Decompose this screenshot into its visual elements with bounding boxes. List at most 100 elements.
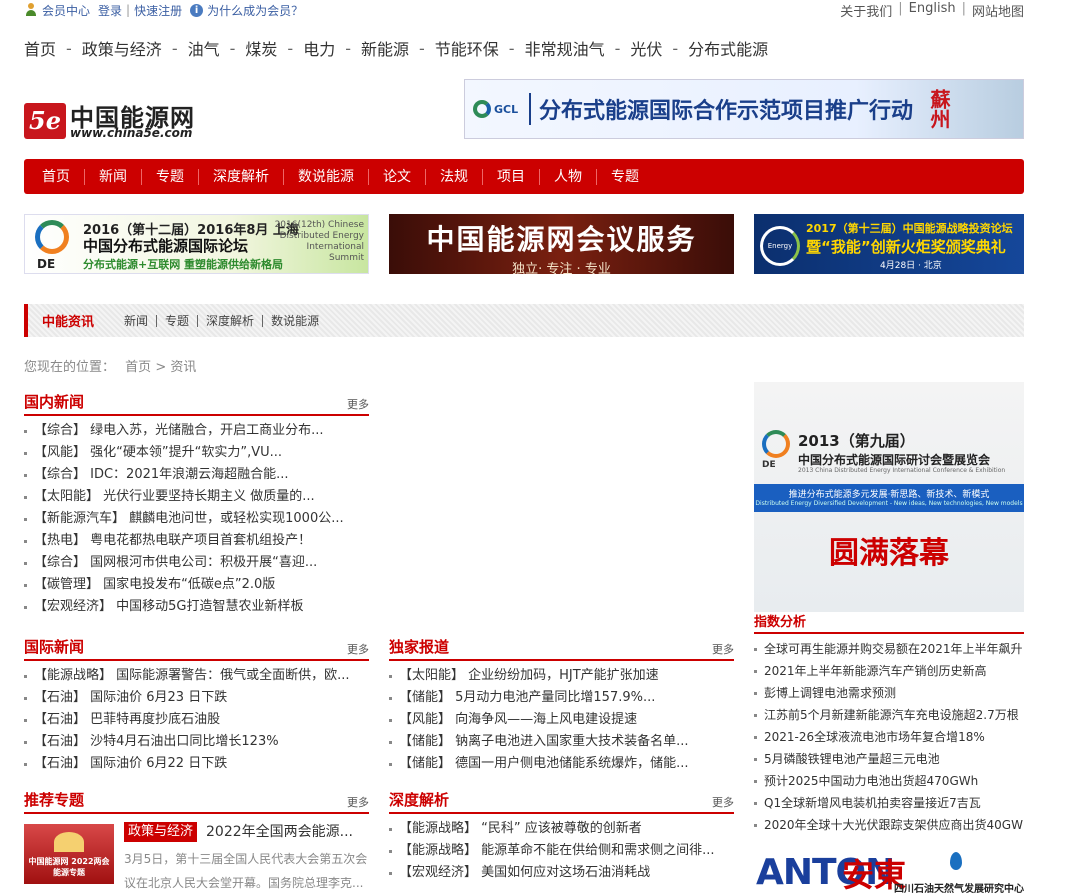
- news-item[interactable]: 【风能】 向海争风——海上风电建设提速: [389, 709, 734, 731]
- international-news-block: 国际新闻 更多 【能源战略】 国际能源署警告：俄气或全面断供，欧... 【石油】…: [24, 638, 369, 775]
- logo-url-text: www.china5e.com: [70, 126, 193, 140]
- more-link[interactable]: 更多: [712, 794, 734, 810]
- news-item[interactable]: 【石油】 国际油价 6月22 日下跌: [24, 753, 369, 775]
- thumbnail-caption: 中国能源网 2022两会能源专题: [28, 857, 110, 877]
- pnav-coal[interactable]: 煤炭: [245, 36, 277, 60]
- news-item[interactable]: 【新能源汽车】 麒麟电池问世，或轻松实现1000公...: [24, 508, 369, 530]
- tab-info[interactable]: 中能资讯: [42, 311, 94, 330]
- news-item[interactable]: 【能源战略】 能源革命不能在供给侧和需求侧之间徘...: [389, 840, 734, 862]
- pnav-pv[interactable]: 光伏: [630, 36, 662, 60]
- nav-projects[interactable]: 项目: [483, 168, 540, 185]
- banner-slogan: 分布式能源+互联网 重塑能源供给新格局: [83, 258, 284, 271]
- more-link[interactable]: 更多: [347, 641, 369, 657]
- pnav-power[interactable]: 电力: [303, 36, 335, 60]
- topic-headline[interactable]: 2022年全国两会能源...: [206, 822, 371, 842]
- news-item[interactable]: 【储能】 钠离子电池进入国家重大技术装备名单...: [389, 731, 734, 753]
- nav-data[interactable]: 数说能源: [284, 168, 369, 185]
- news-item[interactable]: 【碳管理】 国家电投发布“低碳e点”2.0版: [24, 574, 369, 596]
- news-item[interactable]: 【石油】 巴菲特再度抄底石油股: [24, 709, 369, 731]
- breadcrumb-home[interactable]: 首页: [125, 360, 151, 375]
- anton-org-text: 四川石油天然气发展研究中心: [894, 884, 1024, 895]
- nav-people[interactable]: 人物: [540, 168, 597, 185]
- news-item[interactable]: 【能源战略】 国际能源署警告：俄气或全面断供，欧...: [24, 665, 369, 687]
- gcl-ring-icon: [473, 100, 491, 118]
- conference-2013-ad[interactable]: DE 2013（第九届） 中国分布式能源国际研讨会暨展览会 2013 China…: [754, 382, 1024, 612]
- news-item[interactable]: 【石油】 国际油价 6月23 日下跌: [24, 687, 369, 709]
- deep-analysis-block: 深度解析 更多 【能源战略】 “民科” 应该被尊敬的创新者 【能源战略】 能源革…: [389, 791, 734, 884]
- sitemap-link[interactable]: 网站地图: [972, 1, 1024, 20]
- news-item[interactable]: 【热电】 粤电花都热电联产项目首套机组投产！: [24, 530, 369, 552]
- news-item[interactable]: 【综合】 绿电入苏，光储融合，开启工商业分布...: [24, 420, 369, 442]
- nav-laws[interactable]: 法规: [426, 168, 483, 185]
- nav-topics[interactable]: 专题: [142, 168, 199, 185]
- more-link[interactable]: 更多: [347, 794, 369, 810]
- news-item[interactable]: 【太阳能】 企业纷纷加码，HJT产能扩张加速: [389, 665, 734, 687]
- why-member-link[interactable]: 为什么成为会员？: [207, 2, 303, 19]
- de-logo-text: DE: [37, 257, 56, 271]
- news-item[interactable]: 【综合】 国网根河市供电公司：积极开展“喜迎...: [24, 552, 369, 574]
- news-item[interactable]: 江苏前5个月新建新能源汽车充电设施超2.7万根: [754, 704, 1024, 726]
- member-links: 会员中心 登录 | 快速注册 i 为什么成为会员？: [24, 2, 303, 19]
- tab-data[interactable]: 数说能源: [263, 315, 327, 327]
- pnav-oil-gas[interactable]: 油气: [188, 36, 220, 60]
- nav-papers[interactable]: 论文: [369, 168, 426, 185]
- member-center-link[interactable]: 会员中心: [42, 2, 90, 19]
- topic-category-tag[interactable]: 政策与经济: [124, 822, 198, 842]
- site-logo[interactable]: 5e 中国能源网 www.china5e.com: [24, 98, 209, 143]
- news-item[interactable]: 彭博上调锂电池需求预测: [754, 682, 1024, 704]
- pnav-policy[interactable]: 政策与经济: [82, 36, 162, 60]
- news-item[interactable]: 2021-26全球液流电池市场年复合增18%: [754, 726, 1024, 748]
- ad-title: 中国分布式能源国际研讨会暨展览会: [798, 453, 991, 467]
- strategy-forum-2017-banner[interactable]: Energy 2017（第十三届）中国能源战略投资论坛 暨“我能”创新火炬奖颁奖…: [754, 214, 1024, 274]
- about-link[interactable]: 关于我们: [840, 1, 892, 20]
- conference-service-banner[interactable]: 中国能源网会议服务 独立· 专注 · 专业: [389, 214, 734, 277]
- section-title: 指数分析: [754, 615, 807, 630]
- topic-thumbnail[interactable]: 中国能源网 2022两会能源专题: [24, 824, 114, 884]
- news-item[interactable]: 【储能】 5月动力电池产量同比增157.9%...: [389, 687, 734, 709]
- top-ad-banner[interactable]: GCL 分布式能源国际合作示范项目推广行动 蘇州: [464, 79, 1024, 139]
- ad-strip: 推进分布式能源多元发展·新思路、新技术、新模式 Distributed Ener…: [754, 484, 1024, 512]
- login-link[interactable]: 登录: [98, 2, 122, 19]
- section-title: 独家报道: [389, 638, 450, 656]
- news-item[interactable]: 【石油】 沙特4月石油出口同比增长123%: [24, 731, 369, 753]
- oil-drop-icon: [950, 852, 962, 870]
- anton-ad[interactable]: ANTON 安東 四川石油天然气发展研究中心: [754, 848, 1024, 895]
- more-link[interactable]: 更多: [712, 641, 734, 657]
- news-item[interactable]: 全球可再生能源并购交易额在2021年上半年飙升: [754, 638, 1024, 660]
- news-item[interactable]: 2020年全球十大光伏跟踪支架供应商出货40GW: [754, 814, 1024, 836]
- more-link[interactable]: 更多: [347, 396, 369, 412]
- topic-summary: 3月5日，第十三届全国人民代表大会第五次会议在北京人民大会堂开幕。国务院总理李克…: [124, 852, 368, 890]
- pnav-unconventional[interactable]: 非常规油气: [525, 36, 605, 60]
- banner-slogan: 独立· 专注 · 专业: [512, 262, 611, 277]
- pnav-eco[interactable]: 节能环保: [435, 36, 499, 60]
- ad-en-title: 2013 China Distributed Energy Internatio…: [798, 467, 1006, 474]
- forum-2016-banner[interactable]: DE 2016（第十二届）2016年8月 上海 中国分布式能源国际论坛 分布式能…: [24, 214, 369, 274]
- quick-register-link[interactable]: 快速注册: [134, 2, 182, 19]
- news-item[interactable]: 【宏观经济】 美国如何应对这场石油消耗战: [389, 862, 734, 884]
- nav-analysis[interactable]: 深度解析: [199, 168, 284, 185]
- news-item[interactable]: 2021年上半年新能源汽车产销创历史新高: [754, 660, 1024, 682]
- section-title: 国内新闻: [24, 393, 85, 411]
- index-analysis-block: 指数分析 全球可再生能源并购交易额在2021年上半年飙升 2021年上半年新能源…: [754, 614, 1024, 836]
- news-item[interactable]: 预计2025中国动力电池出货超470GWh: [754, 770, 1024, 792]
- pnav-home[interactable]: 首页: [24, 36, 56, 60]
- tab-analysis[interactable]: 深度解析: [198, 314, 264, 327]
- news-item[interactable]: 【储能】 德国一用户侧电池储能系统爆炸，储能...: [389, 753, 734, 775]
- news-item[interactable]: 5月磷酸铁锂电池产量超三元电池: [754, 748, 1024, 770]
- news-item[interactable]: Q1全球新增风电装机拍卖容量接近7吉瓦: [754, 792, 1024, 814]
- tab-topics[interactable]: 专题: [157, 314, 199, 327]
- nav-topics-2[interactable]: 专题: [597, 169, 653, 185]
- tab-news[interactable]: 新闻: [116, 314, 158, 327]
- main-nav: 首页 新闻 专题 深度解析 数说能源 论文 法规 项目 人物 专题: [24, 159, 1024, 194]
- nav-news[interactable]: 新闻: [85, 168, 142, 185]
- news-item[interactable]: 【能源战略】 “民科” 应该被尊敬的创新者: [389, 818, 734, 840]
- news-item[interactable]: 【风能】 强化“硬本领”提升“软实力”,VU...: [24, 442, 369, 464]
- exclusive-news-block: 独家报道 更多 【太阳能】 企业纷纷加码，HJT产能扩张加速 【储能】 5月动力…: [389, 638, 734, 775]
- news-item[interactable]: 【宏观经济】 中国移动5G打造智慧农业新样板: [24, 596, 369, 618]
- english-link[interactable]: English: [909, 1, 956, 20]
- news-item[interactable]: 【综合】 IDC：2021年浪潮云海超融合能...: [24, 464, 369, 486]
- nav-home[interactable]: 首页: [28, 168, 85, 185]
- pnav-new-energy[interactable]: 新能源: [361, 36, 409, 60]
- news-item[interactable]: 【太阳能】 光伏行业要坚持长期主义 做质量的...: [24, 486, 369, 508]
- pnav-distributed[interactable]: 分布式能源: [688, 36, 768, 60]
